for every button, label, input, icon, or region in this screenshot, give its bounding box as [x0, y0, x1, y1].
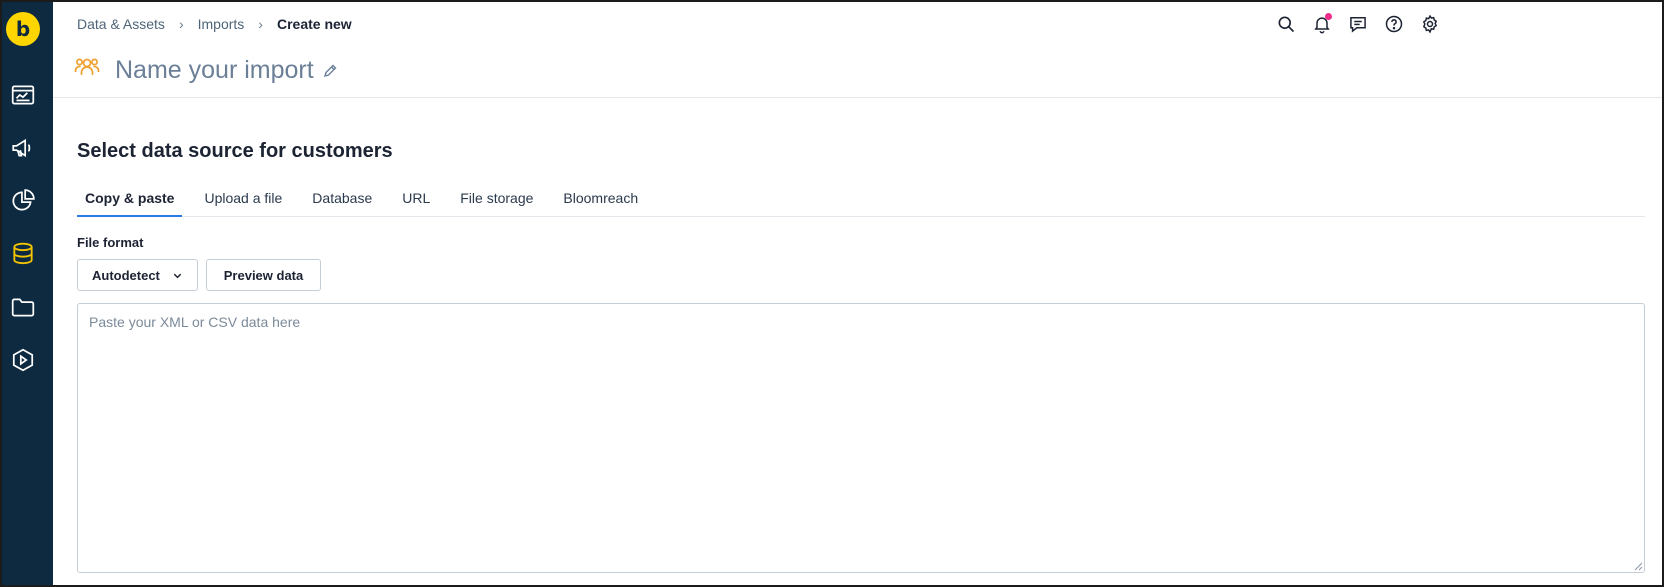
chat-icon[interactable] — [1347, 13, 1369, 35]
file-format-select[interactable]: Autodetect — [77, 259, 198, 291]
customers-icon — [73, 54, 101, 87]
import-title-row: Name your import — [73, 54, 338, 87]
chevron-right-icon: › — [178, 16, 184, 32]
sidebar: b — [2, 2, 53, 585]
notification-dot — [1325, 13, 1332, 20]
bloomreach-logo[interactable]: b — [6, 12, 40, 46]
tab-url[interactable]: URL — [394, 182, 438, 217]
preview-data-button[interactable]: Preview data — [206, 259, 321, 291]
file-format-value: Autodetect — [92, 267, 160, 283]
tab-database[interactable]: Database — [304, 182, 380, 217]
pie-chart-icon[interactable] — [8, 186, 38, 216]
section-title: Select data source for customers — [77, 140, 393, 162]
paste-data-textarea[interactable] — [77, 303, 1645, 573]
breadcrumb: Data & Assets › Imports › Create new — [77, 16, 352, 32]
import-name-title[interactable]: Name your import — [115, 56, 314, 85]
chevron-right-icon: › — [258, 16, 263, 32]
breadcrumb-data-assets[interactable]: Data & Assets — [77, 16, 165, 32]
logo-glyph: b — [15, 17, 31, 41]
megaphone-icon[interactable] — [8, 133, 38, 163]
header-toolbar — [1275, 13, 1441, 35]
data-source-tabs: Copy & paste Upload a file Database URL … — [77, 182, 1645, 217]
tab-copy-paste[interactable]: Copy & paste — [77, 182, 183, 217]
folder-icon[interactable] — [8, 292, 38, 322]
page-header: Data & Assets › Imports › Create new Nam… — [53, 2, 1662, 98]
breadcrumb-imports[interactable]: Imports — [198, 16, 245, 32]
tab-bloomreach[interactable]: Bloomreach — [555, 182, 646, 217]
play-icon[interactable] — [8, 345, 38, 375]
tab-upload-file[interactable]: Upload a file — [196, 182, 290, 217]
dashboard-icon[interactable] — [8, 80, 38, 110]
resize-handle-icon[interactable] — [1632, 560, 1643, 571]
search-icon[interactable] — [1275, 13, 1297, 35]
gear-icon[interactable] — [1419, 13, 1441, 35]
chevron-down-icon — [172, 270, 183, 281]
pencil-icon[interactable] — [322, 63, 338, 79]
tab-file-storage[interactable]: File storage — [452, 182, 541, 217]
database-icon[interactable] — [8, 239, 38, 269]
help-icon[interactable] — [1383, 13, 1405, 35]
breadcrumb-current: Create new — [276, 16, 352, 32]
file-format-label: File format — [77, 235, 144, 250]
bell-icon[interactable] — [1311, 13, 1333, 35]
